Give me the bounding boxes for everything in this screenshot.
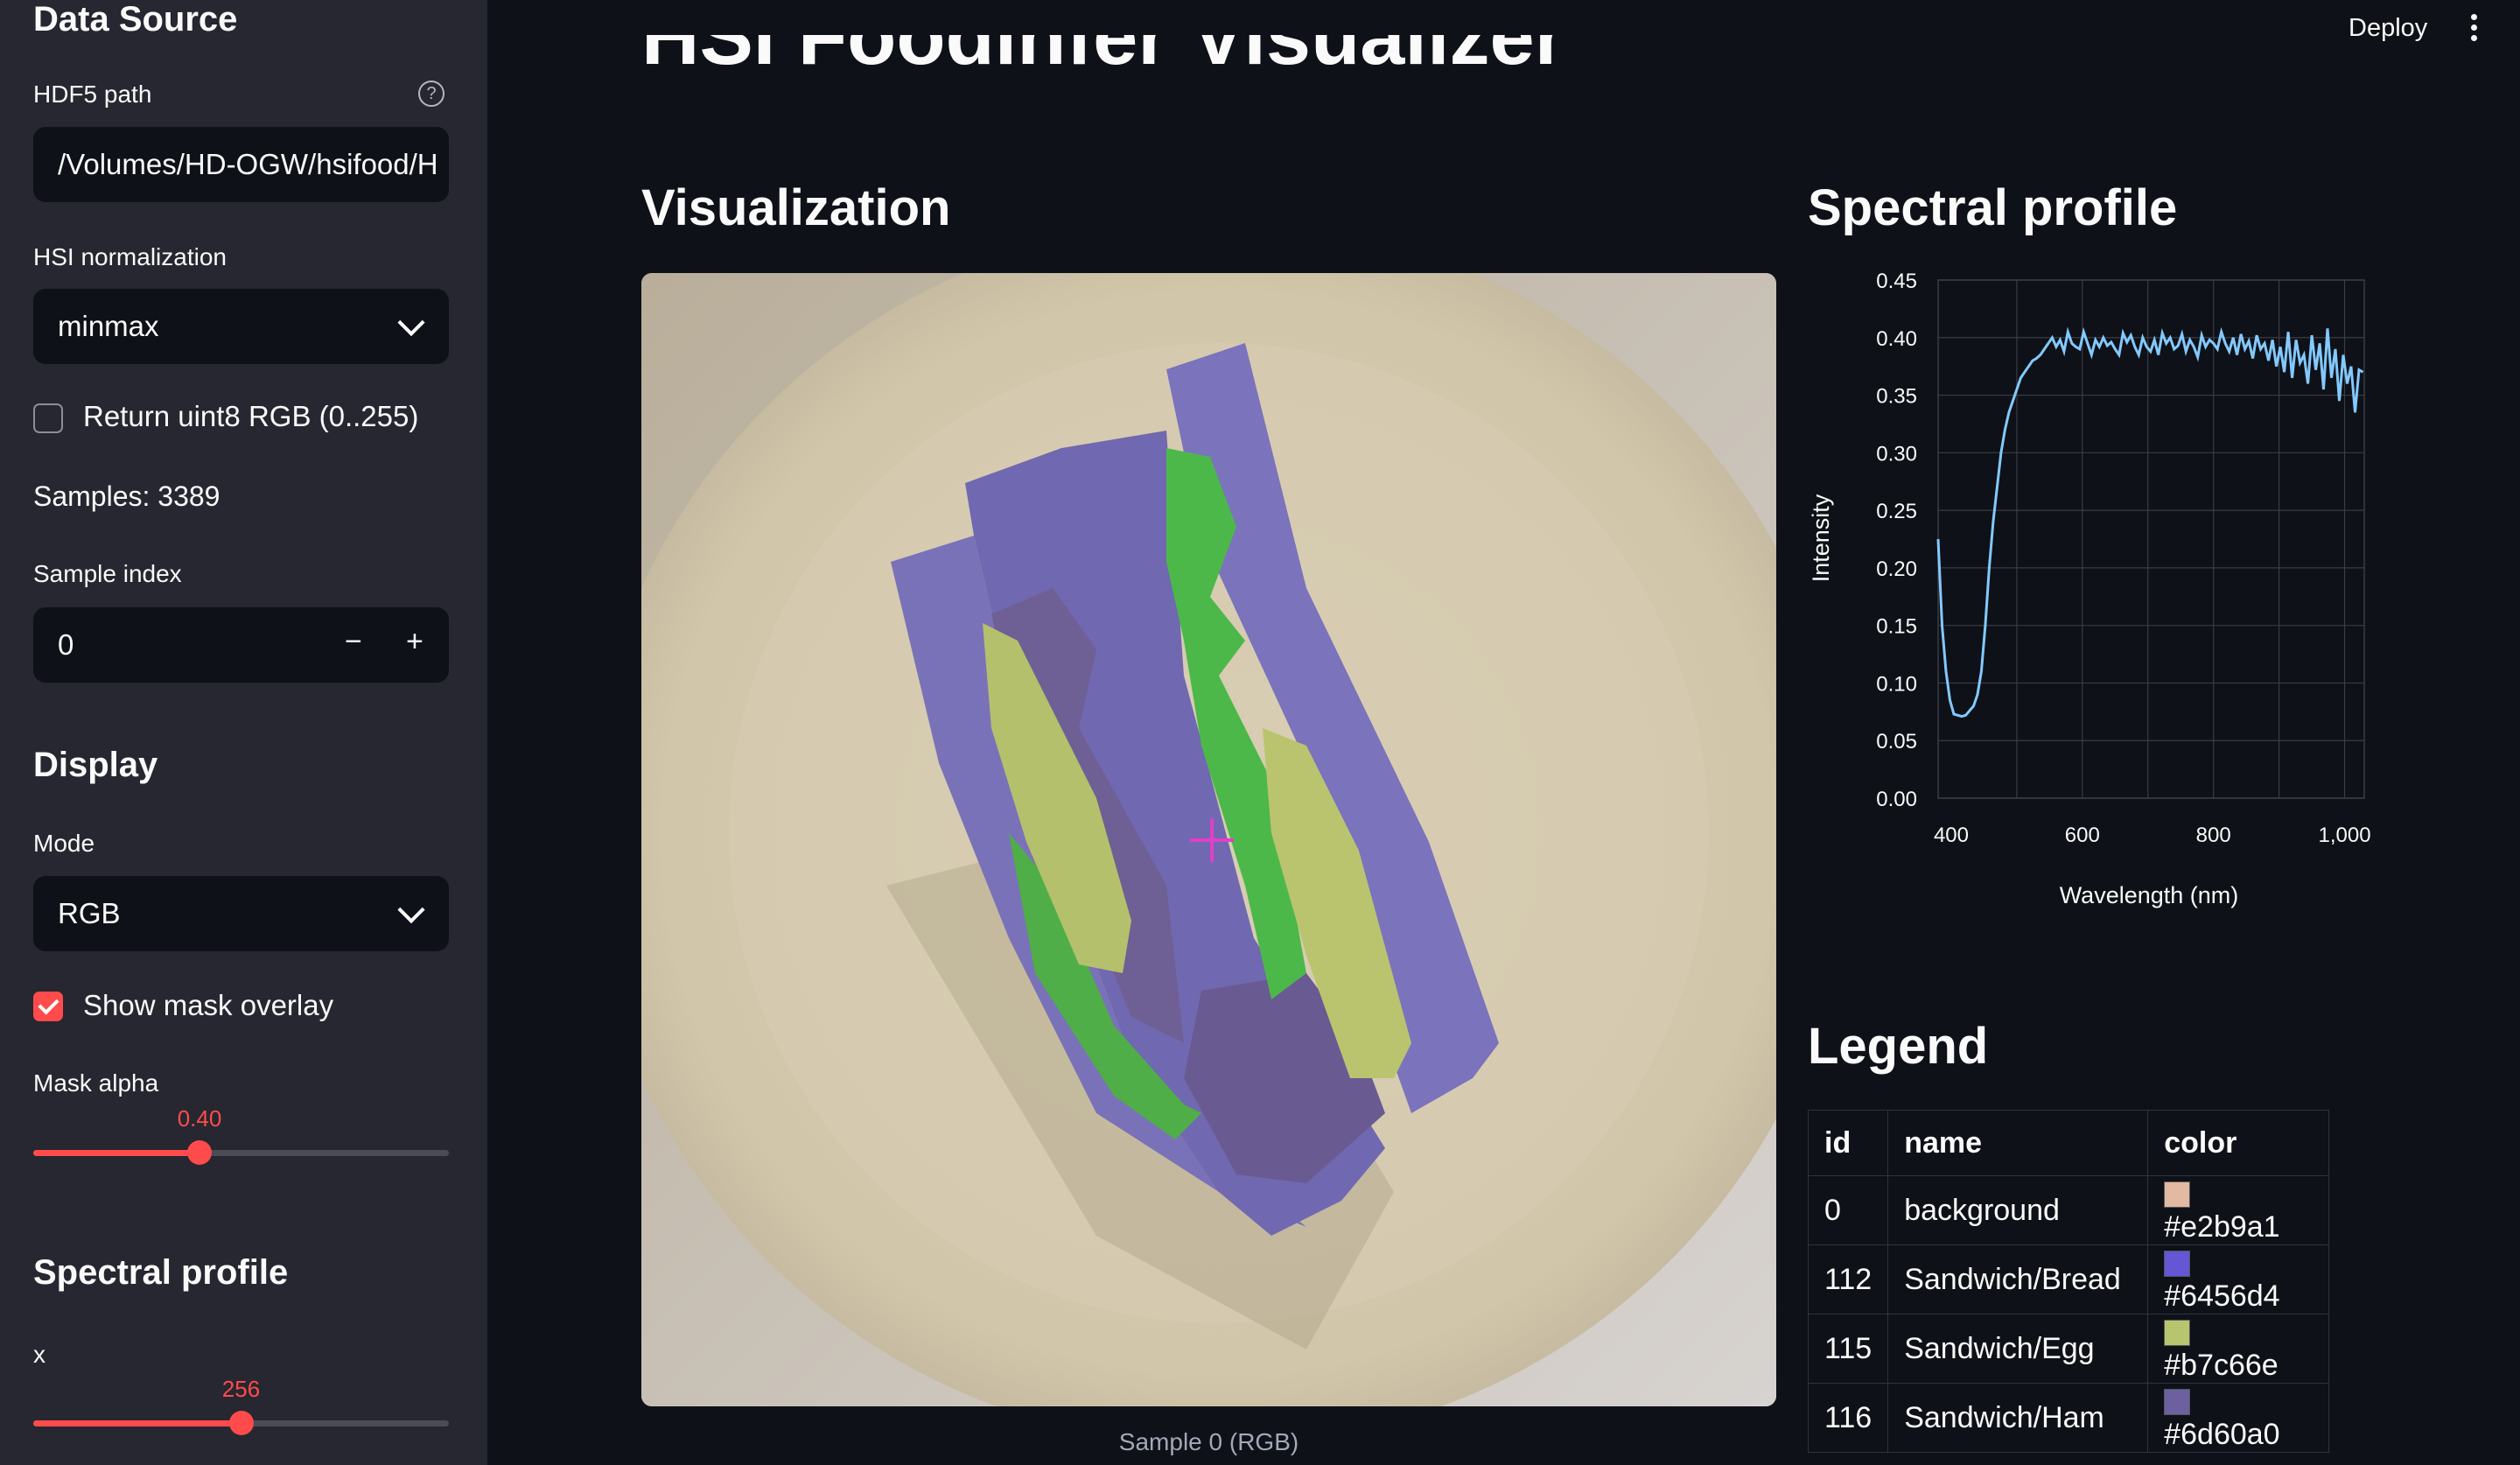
- legend-name: Sandwich/Bread: [1887, 1244, 2149, 1314]
- x-slider[interactable]: [33, 1411, 449, 1435]
- legend-color: #e2b9a1: [2164, 1210, 2280, 1244]
- data-source-heading: Data Source: [33, 0, 238, 39]
- y-tick-label: 0.05: [1876, 730, 1917, 754]
- hsi-normalization-value: minmax: [58, 310, 159, 342]
- help-icon[interactable]: ?: [418, 81, 444, 107]
- mask-overlay-label: Show mask overlay: [83, 989, 334, 1021]
- legend-heading: Legend: [1808, 1018, 1989, 1075]
- table-row: 115 Sandwich/Egg #b7c66e: [1807, 1314, 2330, 1384]
- legend-table: id name color 0 background #e2b9a1 112 S…: [1807, 1110, 2330, 1453]
- x-fill: [33, 1420, 242, 1426]
- table-row: 116 Sandwich/Ham #6d60a0: [1807, 1383, 2330, 1453]
- page-title: HSI Foodinfer Visualizer: [641, 35, 1566, 107]
- x-thumb[interactable]: [228, 1411, 254, 1435]
- mask-alpha-thumb[interactable]: [187, 1140, 212, 1165]
- x-label: x: [33, 1341, 46, 1368]
- color-swatch: [2164, 1320, 2191, 1347]
- sample-index-label: Sample index: [33, 560, 182, 587]
- uint8-checkbox-label: Return uint8 RGB (0..255): [83, 400, 419, 432]
- x-axis-label: Wavelength (nm): [2060, 882, 2239, 908]
- y-tick-label: 0.40: [1876, 327, 1917, 351]
- y-tick-label: 0.10: [1876, 672, 1917, 696]
- spectral-profile-sidebar-heading: Spectral profile: [33, 1253, 289, 1292]
- table-row: 0 background #e2b9a1: [1807, 1175, 2330, 1245]
- chevron-down-icon: [397, 896, 425, 924]
- visualization-heading: Visualization: [641, 179, 951, 236]
- x-value: 256: [221, 1376, 261, 1402]
- color-swatch: [2164, 1389, 2191, 1416]
- series-line: [1936, 326, 2364, 718]
- sample-index-value: 0: [58, 628, 74, 661]
- legend-color: #b7c66e: [2164, 1349, 2278, 1382]
- legend-color: #6456d4: [2164, 1279, 2280, 1313]
- spectral-profile-chart: 0.00 0.05 0.10 0.15 0.20 0.25 0.30 0.35 0.40 0.45…: [1808, 270, 2371, 908]
- color-swatch: [2164, 1181, 2191, 1209]
- y-axis-label: Intensity: [1808, 494, 1834, 582]
- color-swatch: [2164, 1251, 2191, 1278]
- mask-alpha-value: 0.40: [177, 1105, 222, 1132]
- mode-value: RGB: [58, 897, 121, 929]
- mask-alpha-fill: [33, 1150, 200, 1156]
- legend-color-cell: #6d60a0: [2147, 1383, 2330, 1453]
- legend-id: 112: [1807, 1244, 1889, 1314]
- y-tick-label: 0.35: [1876, 385, 1917, 409]
- hsi-normalization-label: HSI normalization: [33, 243, 227, 270]
- decrement-button[interactable]: −: [345, 625, 362, 659]
- kebab-icon[interactable]: [2469, 14, 2478, 46]
- y-tick-labels: 0.00 0.05 0.10 0.15 0.20 0.25 0.30 0.35 0.40 0.45: [1876, 270, 1917, 811]
- y-tick-label: 0.15: [1876, 615, 1917, 639]
- legend-col-name: name: [1887, 1110, 2149, 1176]
- y-tick-label: 0.20: [1876, 557, 1917, 581]
- y-tick-label: 0.45: [1876, 270, 1917, 293]
- sample-index-stepper[interactable]: 0: [33, 607, 449, 683]
- hdf5-path-label: HDF5 path: [33, 81, 152, 108]
- spectral-profile-heading: Spectral profile: [1808, 179, 2178, 236]
- y-tick-label: 0.30: [1876, 442, 1917, 466]
- chevron-down-icon: [397, 309, 425, 337]
- sample-image-svg: [641, 273, 1776, 1406]
- mode-label: Mode: [33, 830, 95, 857]
- x-tick-label: 1,000: [2318, 824, 2370, 847]
- deploy-button[interactable]: Deploy: [2348, 14, 2427, 43]
- x-tick-label: 800: [2196, 824, 2231, 847]
- uint8-checkbox[interactable]: [33, 403, 63, 433]
- legend-col-color: color: [2147, 1110, 2330, 1176]
- x-tick-label: 400: [1934, 824, 1969, 847]
- legend-id: 116: [1807, 1383, 1889, 1453]
- legend-color: #6d60a0: [2164, 1418, 2280, 1451]
- y-tick-label: 0.25: [1876, 500, 1917, 523]
- hsi-normalization-select[interactable]: minmax: [33, 289, 449, 364]
- legend-name: background: [1887, 1175, 2149, 1245]
- legend-name: Sandwich/Ham: [1887, 1383, 2149, 1453]
- legend-color-cell: #e2b9a1: [2147, 1175, 2330, 1245]
- samples-count: Samples: 3389: [33, 480, 220, 512]
- hdf5-path-value: /Volumes/HD-OGW/hsifood/H: [58, 148, 438, 180]
- hdf5-path-input[interactable]: /Volumes/HD-OGW/hsifood/H: [33, 127, 449, 202]
- mask-overlay-checkbox[interactable]: [33, 992, 63, 1021]
- sample-image[interactable]: [641, 273, 1776, 1406]
- legend-col-id: id: [1807, 1110, 1889, 1176]
- y-tick-label: 0.00: [1876, 788, 1917, 811]
- legend-color-cell: #b7c66e: [2147, 1314, 2330, 1384]
- legend-header-row: id name color: [1807, 1110, 2330, 1176]
- increment-button[interactable]: +: [406, 625, 424, 659]
- legend-id: 115: [1807, 1314, 1889, 1384]
- legend-id: 0: [1807, 1175, 1889, 1245]
- page-title-text: HSI Foodinfer Visualizer: [641, 35, 1566, 81]
- legend-name: Sandwich/Egg: [1887, 1314, 2149, 1384]
- display-heading: Display: [33, 746, 158, 784]
- mask-alpha-label: Mask alpha: [33, 1069, 159, 1097]
- sidebar: Data Source HDF5 path ? /Volumes/HD-OGW/…: [0, 0, 487, 1465]
- image-caption: Sample 0 (RGB): [1118, 1428, 1299, 1455]
- table-row: 112 Sandwich/Bread #6456d4: [1807, 1244, 2330, 1314]
- x-tick-label: 600: [2065, 824, 2100, 847]
- mask-alpha-slider[interactable]: [33, 1140, 449, 1165]
- x-tick-labels: 400 600 800 1,000: [1934, 824, 2371, 847]
- mode-select[interactable]: RGB: [33, 876, 449, 951]
- legend-color-cell: #6456d4: [2147, 1244, 2330, 1314]
